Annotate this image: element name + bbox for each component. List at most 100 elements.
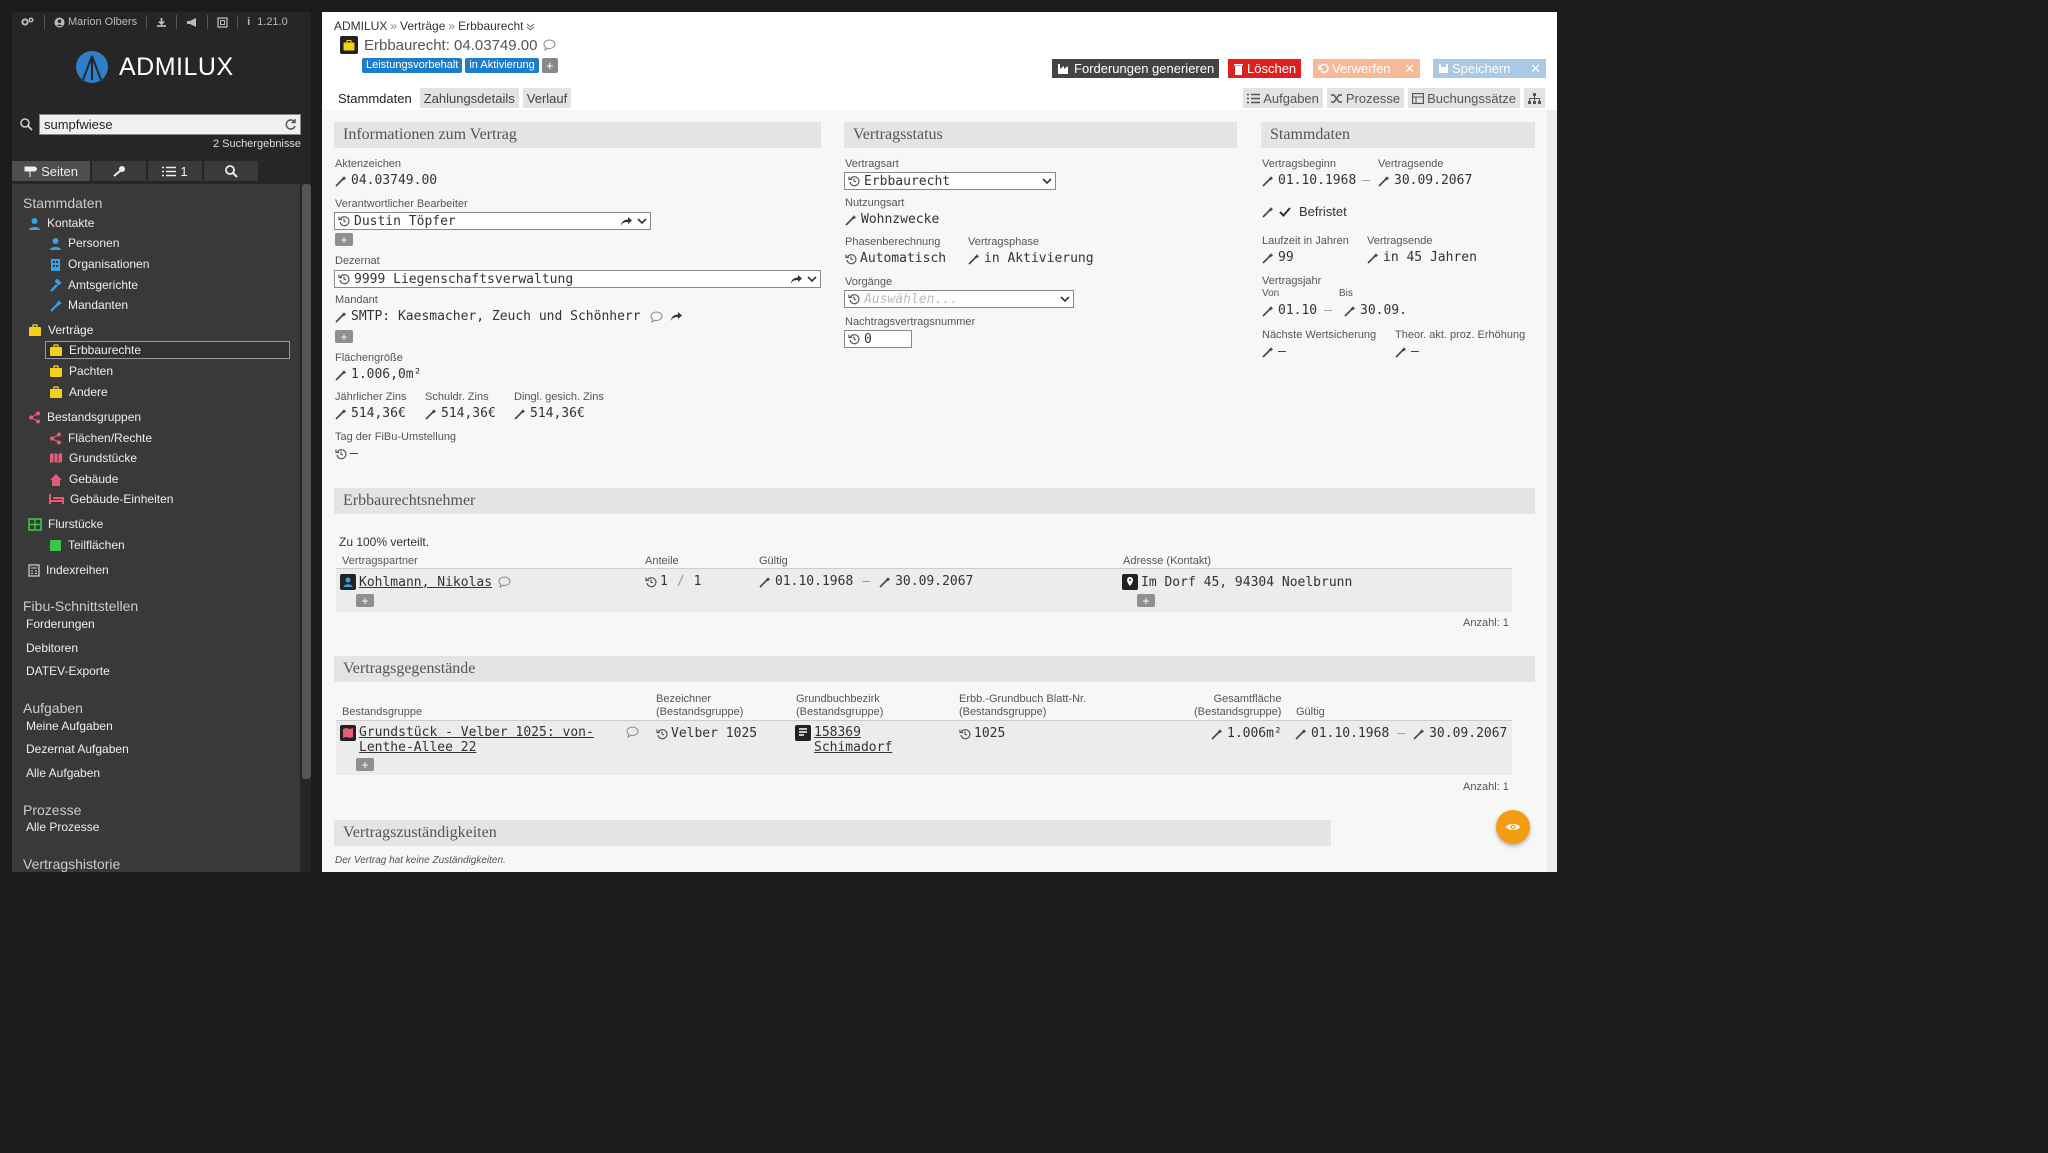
gueltig-cell: 01.10.1968–30.09.2067 [1295, 726, 1507, 741]
share-icon[interactable] [790, 274, 803, 285]
sidebar-item-meine-aufgaben[interactable]: Meine Aufgaben [26, 719, 113, 733]
line2: Lenthe-Allee 22 [359, 740, 477, 755]
content-scrollbar[interactable] [1547, 110, 1557, 872]
sidebar-item-gebaeude[interactable]: Gebäude [49, 470, 118, 488]
tab-hierarchy[interactable] [1524, 88, 1545, 108]
sidebar-item-grundstuecke[interactable]: Grundstücke [49, 449, 137, 467]
tab-keys[interactable] [92, 161, 146, 181]
label: Speichern [1452, 61, 1511, 76]
sidebar-item-gebaeude-einheiten[interactable]: Gebäude-Einheiten [49, 490, 173, 508]
sidebar-item-flaechen[interactable]: Flächen/Rechte [49, 429, 152, 447]
refresh-icon[interactable] [284, 118, 297, 131]
sidebar-item-forderungen[interactable]: Forderungen [26, 617, 95, 631]
sidebar-item-mandanten[interactable]: Mandanten [49, 296, 128, 314]
sidebar-item-datev[interactable]: DATEV-Exporte [26, 664, 110, 678]
aktenzeichen-value: 04.03749.00 [335, 173, 437, 188]
person-icon [29, 217, 40, 230]
line1: Erbb.-Grundbuch Blatt-Nr. [959, 693, 1087, 705]
sidebar-item-erbbaurechte[interactable]: Erbbaurechte [45, 341, 290, 359]
tab-aufgaben[interactable]: Aufgaben [1243, 88, 1323, 108]
sidebar-scrollbar[interactable] [302, 184, 311, 779]
share-icon[interactable] [670, 311, 683, 322]
download-button[interactable] [147, 15, 178, 29]
tab-stammdaten[interactable]: Stammdaten [334, 88, 416, 108]
sidebar-item-pachten[interactable]: Pachten [49, 362, 113, 380]
vorgaenge-select[interactable]: Auswählen... [844, 290, 1074, 308]
chevron-down-icon[interactable] [807, 275, 817, 283]
comment-icon[interactable] [543, 39, 556, 51]
tab-tasks[interactable]: 1 [148, 161, 202, 181]
breadcrumb-root[interactable]: ADMILUX [334, 19, 387, 33]
comment-icon[interactable] [650, 310, 663, 323]
sidebar-item-amtsgerichte[interactable]: Amtsgerichte [49, 276, 138, 294]
delete-button[interactable]: Löschen [1228, 59, 1302, 78]
sidebar-item-dezernat-aufgaben[interactable]: Dezernat Aufgaben [26, 742, 129, 756]
grundbuch-cell[interactable]: 158369 Schimadorf [795, 725, 892, 755]
partner-link[interactable]: Kohlmann, Nikolas [359, 575, 492, 590]
sidebar-item-debitoren[interactable]: Debitoren [26, 641, 78, 655]
add-bestand-button[interactable]: + [356, 758, 374, 771]
search-result-count: 2 Suchergebnisse [212, 138, 301, 150]
wand-icon [335, 408, 347, 420]
tab-search[interactable] [204, 161, 258, 181]
tab-prozesse[interactable]: Prozesse [1326, 88, 1405, 108]
vorgaenge-label: Vorgänge [845, 276, 893, 288]
view-fab-button[interactable] [1496, 810, 1530, 844]
sidebar-item-vertraege[interactable]: Verträge [28, 321, 93, 339]
dezernat-select[interactable]: 9999 Liegenschaftsverwaltung [334, 270, 821, 288]
grundbuch-link[interactable]: 158369 Schimadorf [814, 725, 892, 755]
adresse: Im Dorf 45, 94304 Noelbrunn [1141, 574, 1353, 590]
sidebar-item-alle-aufgaben[interactable]: Alle Aufgaben [26, 766, 100, 780]
sidebar-item-andere[interactable]: Andere [49, 383, 108, 401]
anteil-b: 1 [693, 574, 702, 589]
breadcrumb-vertraege[interactable]: Verträge [400, 19, 445, 33]
sidebar-item-kontakte[interactable]: Kontakte [28, 214, 94, 232]
discard-button[interactable]: Verwerfen ✕ [1313, 59, 1420, 78]
save-button[interactable]: Speichern ✕ [1433, 59, 1546, 78]
settings-button[interactable] [12, 15, 45, 29]
tab-pages[interactable]: Seiten [12, 161, 90, 181]
sidebar-item-alle-prozesse[interactable]: Alle Prozesse [26, 820, 99, 834]
bestandsgruppe-cell[interactable]: Grundstück - Velber 1025: von- Lenthe-All… [340, 725, 594, 755]
sidebar-item-organisationen[interactable]: Organisationen [49, 255, 149, 273]
logo: ADMILUX [73, 50, 234, 84]
briefcase-icon [50, 343, 62, 356]
tab-buchungssaetze[interactable]: Buchungssätze [1408, 88, 1520, 108]
bestandsgruppe-link[interactable]: Grundstück - Velber 1025: von- Lenthe-All… [359, 725, 594, 755]
add-mandant-button[interactable]: + [335, 330, 353, 343]
comment-icon[interactable] [626, 726, 639, 738]
comment-icon[interactable] [498, 576, 511, 588]
sidebar-item-indexreihen[interactable]: Indexreihen [28, 561, 109, 579]
nachtrag-input[interactable]: 0 [844, 330, 912, 348]
chevron-down-icon[interactable] [637, 217, 647, 225]
share-icon[interactable] [620, 216, 633, 227]
window-button[interactable] [208, 15, 239, 29]
sidebar-item-bestandsgruppen[interactable]: Bestandsgruppen [28, 408, 141, 426]
announce-button[interactable] [177, 15, 209, 29]
tag-leistungsvorbehalt[interactable]: Leistungsvorbehalt [362, 58, 463, 73]
tab-zahlungsdetails[interactable]: Zahlungsdetails [419, 88, 519, 108]
chevron-down-icon[interactable] [1060, 295, 1070, 303]
sidebar-item-personen[interactable]: Personen [49, 234, 119, 252]
generate-claims-button[interactable]: Forderungen generieren [1052, 59, 1220, 78]
partner-cell[interactable]: Kohlmann, Nikolas [340, 574, 511, 590]
bearbeiter-select[interactable]: Dustin Töpfer [334, 212, 651, 230]
col-bestandsgruppe: Bestandsgruppe [342, 706, 423, 718]
user-menu[interactable]: Marion Olbers [45, 15, 148, 29]
add-bearbeiter-button[interactable]: + [335, 233, 353, 246]
add-adresse-button[interactable]: + [1137, 594, 1155, 607]
search-input[interactable] [39, 114, 301, 135]
add-partner-button[interactable]: + [356, 594, 374, 607]
befristet-checkbox[interactable]: Befristet [1262, 204, 1347, 219]
add-tag-button[interactable]: + [541, 58, 558, 73]
schuldr-zins-label: Schuldr. Zins [425, 391, 489, 403]
wand-icon [1378, 175, 1390, 187]
tab-verlauf[interactable]: Verlauf [522, 88, 572, 108]
chevron-down-icon[interactable] [526, 22, 535, 31]
vertragsart-select[interactable]: Erbbaurecht [844, 172, 1056, 190]
chevron-down-icon[interactable] [1042, 177, 1052, 185]
tag-in-aktivierung[interactable]: in Aktivierung [465, 58, 539, 73]
sidebar-item-flurstuecke[interactable]: Flurstücke [28, 515, 103, 533]
breadcrumb-erbbaurecht[interactable]: Erbbaurecht [458, 19, 523, 33]
sidebar-item-teilflaechen[interactable]: Teilflächen [49, 536, 125, 554]
